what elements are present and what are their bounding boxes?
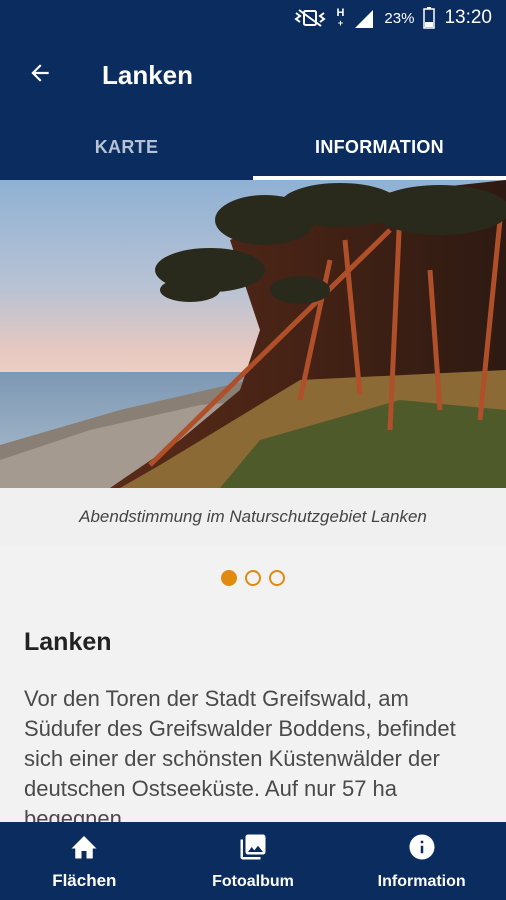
status-bar: H + 23% 13:20 xyxy=(0,0,506,36)
home-icon xyxy=(69,832,99,865)
tab-information[interactable]: INFORMATION xyxy=(253,114,506,180)
nav-flaechen[interactable]: Flächen xyxy=(0,822,169,900)
vibrate-mute-icon xyxy=(293,8,327,28)
page-title: Lanken xyxy=(102,59,194,90)
info-icon xyxy=(407,832,437,867)
page-indicator xyxy=(0,570,506,590)
nav-label-fotoalbum: Fotoalbum xyxy=(212,872,294,890)
nav-information[interactable]: Information xyxy=(337,822,506,900)
nav-fotoalbum[interactable]: Fotoalbum xyxy=(169,822,338,900)
signal-icon xyxy=(353,8,375,28)
gallery-photo[interactable] xyxy=(0,180,506,488)
page-dot-3[interactable] xyxy=(269,570,285,586)
tab-karte[interactable]: KARTE xyxy=(0,114,253,180)
caption-band: Abendstimmung im Naturschutzgebiet Lanke… xyxy=(0,488,506,546)
section-title: Lanken xyxy=(24,628,112,656)
page-dot-2[interactable] xyxy=(245,570,261,586)
app-bar: Lanken xyxy=(0,36,506,114)
battery-icon xyxy=(423,7,436,29)
back-button[interactable] xyxy=(0,36,80,114)
nav-label-flaechen: Flächen xyxy=(52,870,117,890)
clock: 13:20 xyxy=(444,7,492,28)
photo-caption: Abendstimmung im Naturschutzgebiet Lanke… xyxy=(79,507,427,526)
network-h-icon: H + xyxy=(336,7,345,29)
photo-album-icon xyxy=(238,832,268,867)
arrow-back-icon xyxy=(27,60,53,91)
section-body: Vor den Toren der Stadt Greifswald, am S… xyxy=(24,686,456,824)
nav-label-information: Information xyxy=(377,872,466,890)
bottom-navigation: Flächen Fotoalbum Information xyxy=(0,822,506,900)
battery-percent: 23% xyxy=(384,9,415,27)
page-dot-1[interactable] xyxy=(221,570,237,586)
tab-bar: KARTE INFORMATION xyxy=(0,114,506,180)
